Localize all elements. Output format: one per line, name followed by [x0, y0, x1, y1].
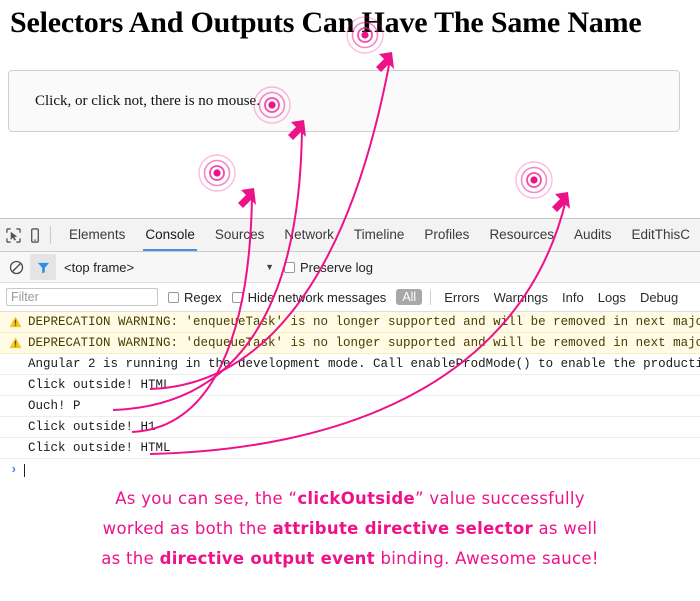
regex-checkbox[interactable]: Regex: [168, 290, 222, 305]
annotation-l2a: worked as both the: [102, 519, 273, 538]
annotation-l2b: attribute directive selector: [272, 519, 533, 538]
console-message-row[interactable]: Click outside! HTML: [0, 375, 700, 396]
console-message-text: Click outside! HTML: [28, 378, 171, 392]
console-message-text: Click outside! H1: [28, 420, 156, 434]
annotation-l3a: as the: [101, 549, 160, 568]
annotation-l2c: as well: [532, 519, 598, 538]
tab-resources[interactable]: Resources: [479, 219, 564, 251]
console-message-row[interactable]: DEPRECATION WARNING: 'dequeueTask' is no…: [0, 333, 700, 354]
preserve-log-checkbox[interactable]: Preserve log: [284, 260, 373, 275]
annotation-l1c: ” value successfully: [414, 489, 585, 508]
execution-context-value: <top frame>: [64, 259, 135, 275]
devtools-tabbar: Elements Console Sources Network Timelin…: [0, 219, 700, 252]
console-message-text: DEPRECATION WARNING: 'dequeueTask' is no…: [28, 336, 700, 350]
console-message-list: DEPRECATION WARNING: 'enqueueTask' is no…: [0, 312, 700, 481]
console-message-text: Angular 2 is running in the development …: [28, 357, 700, 371]
checkbox-box: [284, 261, 295, 273]
tab-profiles[interactable]: Profiles: [414, 219, 479, 251]
annotation-l3c: binding. Awesome sauce!: [374, 549, 599, 568]
demo-click-area[interactable]: Click, or click not, there is no mouse.: [8, 70, 680, 132]
tab-console[interactable]: Console: [135, 219, 205, 251]
device-toolbar-icon[interactable]: [26, 222, 44, 248]
level-divider: [430, 289, 432, 305]
level-filter-warnings[interactable]: Warnings: [487, 290, 555, 305]
demo-click-text: Click, or click not, there is no mouse.: [35, 93, 260, 109]
console-input-prompt[interactable]: ›: [0, 459, 700, 481]
tab-editthiscookie[interactable]: EditThisC: [622, 219, 700, 251]
devtools-panel: Elements Console Sources Network Timelin…: [0, 218, 700, 481]
inspect-element-icon[interactable]: [4, 222, 22, 248]
annotation-l3b: directive output event: [159, 549, 375, 568]
tab-network[interactable]: Network: [274, 219, 344, 251]
console-options-bar: <top frame> ▼ Preserve log: [0, 252, 700, 283]
console-message-text: Click outside! HTML: [28, 441, 171, 455]
handwritten-annotation: As you can see, the “clickOutside” value…: [0, 484, 700, 574]
tab-sources[interactable]: Sources: [205, 219, 275, 251]
click-marker-left: [198, 154, 236, 192]
console-message-row[interactable]: Click outside! H1: [0, 417, 700, 438]
annotation-l1b: clickOutside: [297, 489, 415, 508]
tab-audits[interactable]: Audits: [564, 219, 622, 251]
filter-input[interactable]: [6, 288, 158, 306]
warning-triangle-icon: [9, 316, 22, 328]
level-filter-debug[interactable]: Debug: [633, 290, 685, 305]
level-filter-info[interactable]: Info: [555, 290, 591, 305]
text-cursor: [23, 463, 25, 477]
level-filter-all[interactable]: All: [396, 289, 423, 305]
chevron-down-icon: ▼: [265, 262, 274, 272]
screenshot-root: Selectors And Outputs Can Have The Same …: [0, 0, 700, 601]
page-title: Selectors And Outputs Can Have The Same …: [10, 6, 642, 39]
annotation-line-2: worked as both the attribute directive s…: [0, 514, 700, 544]
console-message-text: DEPRECATION WARNING: 'enqueueTask' is no…: [28, 315, 700, 329]
execution-context-select[interactable]: <top frame> ▼: [64, 260, 284, 275]
tab-elements[interactable]: Elements: [59, 219, 135, 251]
hide-network-messages-checkbox[interactable]: Hide network messages: [231, 289, 387, 305]
console-message-row[interactable]: Angular 2 is running in the development …: [0, 354, 700, 375]
hide-network-label: Hide network messages: [247, 289, 387, 305]
regex-label: Regex: [184, 289, 222, 305]
level-filter-logs[interactable]: Logs: [591, 290, 633, 305]
filter-funnel-icon[interactable]: [30, 254, 56, 280]
level-filter-errors[interactable]: Errors: [437, 290, 486, 305]
checkbox-box: [231, 291, 243, 303]
click-marker-right: [515, 161, 553, 199]
console-filter-bar: Regex Hide network messages All Errors W…: [0, 283, 700, 312]
annotation-l1a: As you can see, the “: [115, 489, 298, 508]
warning-triangle-icon: [9, 337, 22, 349]
annotation-line-3: as the directive output event binding. A…: [0, 544, 700, 574]
devtools-tabs: Elements Console Sources Network Timelin…: [59, 219, 700, 251]
clear-console-icon[interactable]: [4, 255, 28, 279]
annotation-line-1: As you can see, the “clickOutside” value…: [0, 484, 700, 514]
console-message-row[interactable]: DEPRECATION WARNING: 'enqueueTask' is no…: [0, 312, 700, 333]
console-message-row[interactable]: Ouch! P: [0, 396, 700, 417]
console-message-text: Ouch! P: [28, 399, 81, 413]
preserve-log-label: Preserve log: [300, 259, 373, 275]
checkbox-box: [168, 291, 179, 303]
tab-timeline[interactable]: Timeline: [344, 219, 415, 251]
console-message-row[interactable]: Click outside! HTML: [0, 438, 700, 459]
prompt-chevron-icon: ›: [10, 463, 18, 477]
toolbar-divider: [50, 226, 52, 244]
